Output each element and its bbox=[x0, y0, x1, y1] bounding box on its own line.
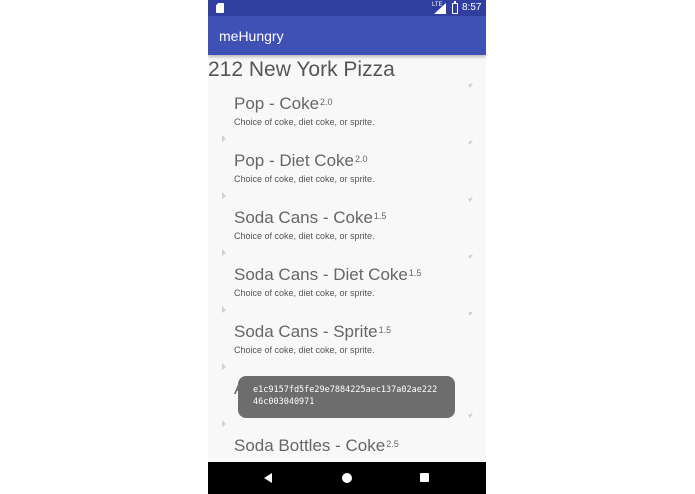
recents-icon[interactable] bbox=[420, 473, 429, 482]
signal-icon bbox=[434, 3, 446, 14]
battery-charging-icon bbox=[452, 1, 458, 14]
back-icon[interactable] bbox=[264, 473, 272, 483]
app-title: meHungry bbox=[219, 28, 284, 44]
toast-message: e1c9157fd5fe29e7884225aec137a02ae22246c0… bbox=[238, 376, 455, 418]
app-toolbar: meHungry bbox=[208, 16, 486, 55]
phone-screen: LTE 8:57 meHungry 212 New York Pizza Pop… bbox=[208, 0, 486, 494]
sim-card-icon bbox=[216, 3, 224, 13]
status-clock: 8:57 bbox=[462, 2, 482, 13]
navigation-bar bbox=[208, 462, 486, 494]
status-bar: LTE 8:57 bbox=[208, 0, 486, 16]
home-icon[interactable] bbox=[342, 473, 352, 483]
